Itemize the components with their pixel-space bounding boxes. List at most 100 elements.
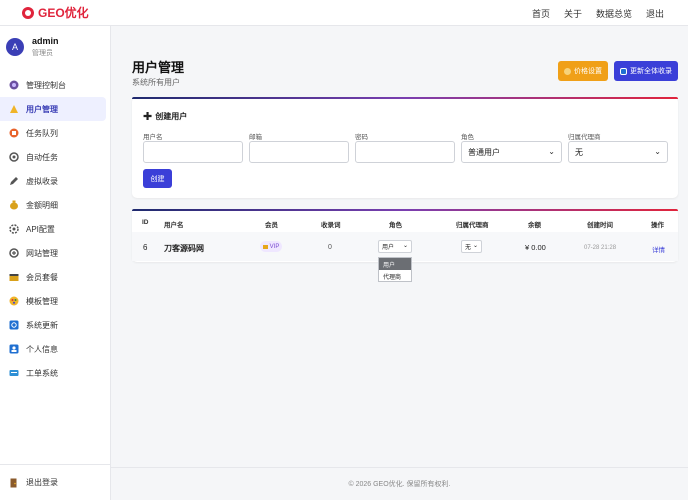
email-input[interactable]	[249, 141, 349, 163]
agent-cell-select[interactable]: 无 ⌄	[461, 240, 482, 253]
profile-icon	[9, 344, 19, 354]
template-icon	[9, 296, 19, 306]
auto-icon	[9, 152, 19, 162]
col-balance: 余额	[528, 222, 541, 229]
dropdown-option-user[interactable]: 用户	[379, 258, 411, 270]
page-subtitle: 系统所有用户	[132, 78, 180, 87]
crown-icon	[262, 244, 268, 249]
col-id: ID	[142, 219, 149, 226]
sidebar-item-label: API配置	[26, 224, 55, 234]
footer: © 2026 GEO优化. 保留所有权利.	[111, 467, 688, 500]
password-input[interactable]	[355, 141, 455, 163]
top-nav: 首页 关于 数据总览 退出	[518, 0, 664, 26]
sidebar-item-label: 工单系统	[26, 368, 58, 378]
sidebar-item-label: 个人信息	[26, 344, 58, 354]
username-label: 用户名	[143, 134, 163, 141]
refresh-icon	[620, 67, 627, 75]
create-user-card: ✚ 创建用户 用户名 邮箱 密码 角色 普通用户 ⌄ 归属代理商 无 ⌄ 创建	[132, 97, 678, 198]
plus-icon: ✚	[143, 111, 153, 123]
sidebar-item-label: 网站管理	[26, 248, 58, 258]
cell-keywords: 0	[328, 244, 332, 251]
site-icon	[9, 248, 19, 258]
col-agent: 归属代理商	[456, 222, 489, 229]
vip-badge: VIP	[260, 241, 282, 252]
chevron-down-icon: ⌄	[472, 243, 478, 249]
cell-username: 刀客源码网	[164, 244, 204, 253]
door-icon	[9, 478, 19, 488]
user-profile: A admin 管理员	[0, 26, 110, 68]
role-cell-select[interactable]: 用户 ⌄	[378, 240, 412, 253]
dropdown-option-agent[interactable]: 代理商	[379, 270, 411, 282]
sidebar-item-templates[interactable]: 模板管理	[0, 289, 110, 313]
role-select[interactable]: 普通用户 ⌄	[461, 141, 562, 163]
api-icon	[9, 224, 19, 234]
cell-balance: ¥ 0.00	[525, 243, 546, 252]
col-username: 用户名	[164, 222, 184, 229]
user-icon	[9, 104, 19, 114]
sidebar-item-auto[interactable]: 自动任务	[0, 145, 110, 169]
brand-logo-icon	[22, 6, 34, 19]
sidebar-menu: 管理控制台 用户管理 任务队列 自动任务 虚拟收录 金额明细 API配置 网站管…	[0, 73, 110, 385]
sidebar-item-label: 金额明细	[26, 200, 58, 210]
ticket-icon	[9, 368, 19, 378]
nav-exit[interactable]: 退出	[646, 7, 664, 20]
chevron-down-icon: ⌄	[548, 147, 555, 156]
sidebar-item-dashboard[interactable]: 管理控制台	[0, 73, 110, 97]
queue-icon	[9, 128, 19, 138]
sidebar-item-packages[interactable]: 会员套餐	[0, 265, 110, 289]
sidebar: A admin 管理员 管理控制台 用户管理 任务队列 自动任务 虚拟收录 金额…	[0, 26, 111, 500]
sidebar-item-label: 管理控制台	[26, 80, 66, 90]
username-input[interactable]	[143, 141, 243, 163]
top-bar: GEO优化 首页 关于 数据总览 退出	[0, 0, 688, 26]
col-member: 会员	[265, 222, 278, 229]
cell-id: 6	[143, 243, 148, 252]
sidebar-item-label: 系统更新	[26, 320, 58, 330]
pencil-icon	[9, 176, 19, 186]
col-keywords: 收录词	[321, 222, 341, 229]
sidebar-item-users[interactable]: 用户管理	[0, 97, 106, 121]
sidebar-item-api[interactable]: API配置	[0, 217, 110, 241]
col-role: 角色	[389, 222, 402, 229]
page-title: 用户管理	[132, 60, 185, 75]
sidebar-item-sites[interactable]: 网站管理	[0, 241, 110, 265]
create-button[interactable]: 创建	[143, 169, 172, 188]
chevron-down-icon: ⌄	[402, 243, 408, 249]
sidebar-item-queue[interactable]: 任务队列	[0, 121, 110, 145]
update-all-button[interactable]: 更新全体收录	[614, 61, 678, 81]
brand[interactable]: GEO优化	[22, 4, 89, 21]
agent-select[interactable]: 无 ⌄	[568, 141, 668, 163]
sidebar-item-label: 模板管理	[26, 296, 58, 306]
logout-button[interactable]: 退出登录	[0, 464, 110, 500]
nav-home[interactable]: 首页	[532, 7, 550, 20]
email-label: 邮箱	[249, 134, 262, 141]
money-icon	[9, 200, 19, 210]
password-label: 密码	[355, 134, 368, 141]
col-action: 操作	[651, 222, 664, 229]
sidebar-item-virtual[interactable]: 虚拟收录	[0, 169, 110, 193]
col-created: 创建时间	[587, 222, 613, 229]
logout-label: 退出登录	[26, 478, 58, 487]
chevron-down-icon: ⌄	[654, 147, 661, 156]
dashboard-icon	[9, 80, 19, 90]
sidebar-item-label: 任务队列	[26, 128, 58, 138]
nav-about[interactable]: 关于	[564, 7, 582, 20]
money-bag-icon	[564, 67, 571, 75]
detail-link[interactable]: 详情	[652, 244, 665, 254]
user-role: 管理员	[32, 50, 53, 57]
create-user-title: ✚ 创建用户	[143, 111, 188, 123]
user-name: admin	[32, 36, 59, 46]
sidebar-item-update[interactable]: 系统更新	[0, 313, 110, 337]
cell-created: 07-28 21:28	[584, 245, 617, 251]
sidebar-item-label: 虚拟收录	[26, 176, 58, 186]
avatar: A	[6, 38, 24, 56]
card-accent-bar	[132, 209, 678, 211]
brand-name: GEO优化	[38, 6, 89, 20]
agent-label: 归属代理商	[568, 134, 601, 141]
nav-overview[interactable]: 数据总览	[596, 7, 632, 20]
sidebar-item-label: 用户管理	[26, 104, 58, 114]
sidebar-item-profile[interactable]: 个人信息	[0, 337, 110, 361]
sidebar-item-money[interactable]: 金额明细	[0, 193, 110, 217]
sidebar-item-tickets[interactable]: 工单系统	[0, 361, 110, 385]
price-settings-button[interactable]: 价格设置	[558, 61, 608, 81]
card-accent-bar	[132, 97, 678, 99]
